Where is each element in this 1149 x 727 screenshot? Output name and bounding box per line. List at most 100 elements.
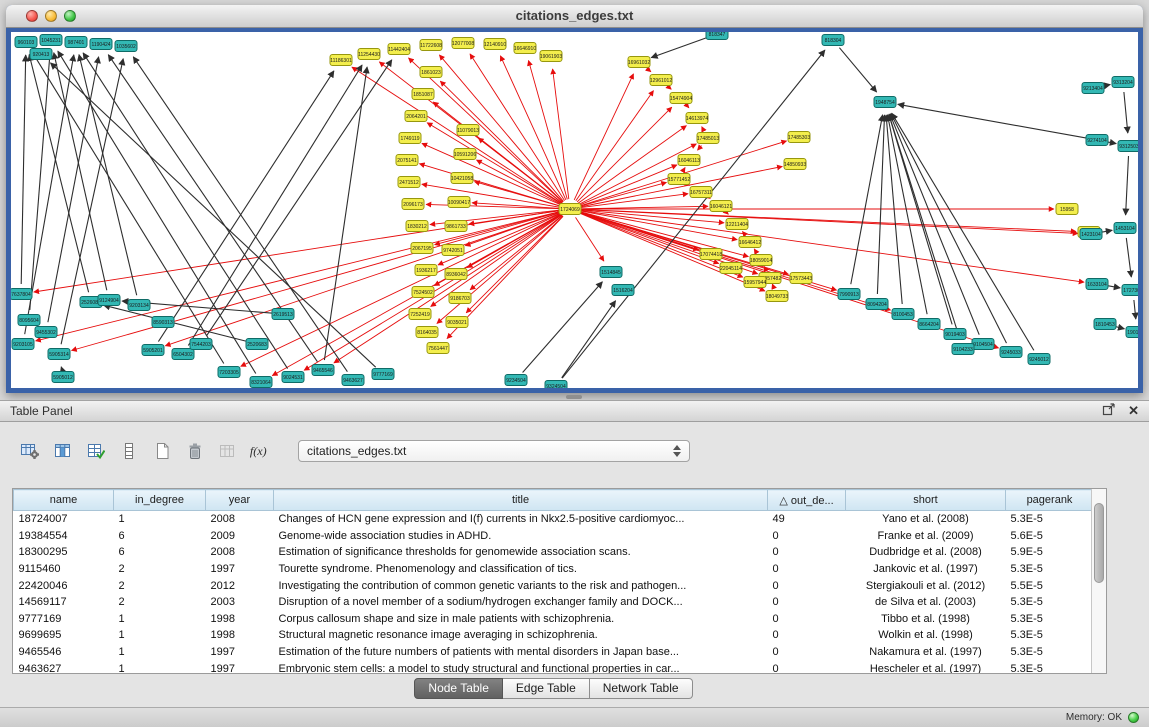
graph-node[interactable]: 9313204	[1112, 77, 1134, 88]
graph-node[interactable]: 1453104	[1114, 223, 1136, 234]
graph-node[interactable]: 8936042	[445, 269, 467, 280]
graph-node[interactable]: 1861023	[420, 67, 442, 78]
table-row[interactable]: 946362711997Embryonic stem cells: a mode…	[14, 660, 1094, 674]
graph-node[interactable]: 5905314	[48, 349, 70, 360]
graph-node[interactable]: 1901453	[1126, 327, 1138, 338]
table-scrollbar-thumb[interactable]	[1094, 503, 1104, 583]
table-row[interactable]: 1456911722003Disruption of a novel membe…	[14, 594, 1094, 611]
graph-node[interactable]: 987401	[65, 37, 87, 48]
table-row[interactable]: 969969511998Structural magnetic resonanc…	[14, 627, 1094, 644]
graph-node[interactable]: 9104233	[952, 344, 974, 355]
graph-node[interactable]: 818304	[822, 35, 844, 46]
graph-node[interactable]: 17074418	[700, 249, 722, 260]
graph-node[interactable]: 1035602	[115, 41, 137, 52]
graph-node[interactable]: 15474904	[670, 93, 692, 104]
graph-node[interactable]: 15771452	[668, 174, 690, 185]
graph-node[interactable]: 9124904	[98, 295, 120, 306]
graph-node[interactable]: 7203305	[218, 367, 240, 378]
graph-node[interactable]: 14850933	[784, 159, 806, 170]
graph-node[interactable]: 15957944	[744, 277, 766, 288]
graph-node[interactable]: 9234504	[505, 375, 527, 386]
graph-node[interactable]: 9742051	[442, 245, 464, 256]
table-row[interactable]: 1872400712008Changes of HCN gene express…	[14, 511, 1094, 528]
table-settings-icon[interactable]	[18, 440, 42, 462]
graph-node[interactable]: 12140910	[484, 39, 506, 50]
graph-node[interactable]: 1851087	[412, 89, 434, 100]
graph-node[interactable]: 5905201	[142, 345, 164, 356]
column-chooser-icon[interactable]	[51, 440, 75, 462]
graph-node[interactable]: 18059014	[750, 255, 772, 266]
graph-node[interactable]: 1948754	[874, 97, 896, 108]
graph-node[interactable]: 7524502	[412, 287, 434, 298]
graph-node[interactable]: 11254430	[358, 49, 380, 60]
graph-node[interactable]: 2075141	[396, 155, 418, 166]
graph-node[interactable]: 17485013	[697, 133, 719, 144]
graph-node[interactable]: 18049733	[766, 291, 788, 302]
graph-node[interactable]: 16961032	[628, 57, 650, 68]
graph-node[interactable]: 9186703	[449, 293, 471, 304]
graph-node[interactable]: 1514845	[600, 267, 622, 278]
graph-node[interactable]: 8664204	[918, 319, 940, 330]
tab-network-table[interactable]: Network Table	[590, 678, 693, 699]
graph-node[interactable]: 2520683	[246, 339, 268, 350]
panel-resize-grip[interactable]	[566, 395, 582, 399]
graph-node[interactable]: 1830212	[406, 221, 428, 232]
import-table-icon[interactable]	[216, 440, 240, 462]
new-table-icon[interactable]	[150, 440, 174, 462]
table-selector-dropdown[interactable]: citations_edges.txt	[298, 440, 690, 462]
graph-node[interactable]: 7252419	[409, 309, 431, 320]
graph-node[interactable]: 9024531	[282, 372, 304, 383]
row-height-icon[interactable]	[117, 440, 141, 462]
graph-node[interactable]: 22045114	[720, 263, 742, 274]
graph-node[interactable]: 2067195	[411, 243, 433, 254]
graph-node[interactable]: 9324504	[545, 381, 567, 389]
graph-node[interactable]: 8164035	[416, 327, 438, 338]
graph-node[interactable]: 9245012	[1028, 354, 1050, 365]
function-builder-icon[interactable]: f(x)	[249, 440, 273, 462]
graph-node[interactable]: 8095604	[18, 315, 40, 326]
graph-node[interactable]: 9463627	[342, 375, 364, 386]
graph-node[interactable]: 11186301	[330, 55, 352, 66]
graph-node[interactable]: 7637804	[11, 289, 32, 300]
graph-node[interactable]: 9213404	[1082, 83, 1104, 94]
graph-node[interactable]: 9465546	[312, 365, 334, 376]
graph-node[interactable]: 8590313	[152, 317, 174, 328]
graph-node[interactable]: 7990913	[838, 289, 860, 300]
column-header-name[interactable]: name	[14, 490, 114, 511]
column-header-out-de[interactable]: △ out_de...	[768, 490, 846, 511]
column-header-in-degree[interactable]: in_degree	[114, 490, 206, 511]
graph-node[interactable]: 7544203	[190, 339, 212, 350]
graph-node[interactable]: 1633104	[1086, 279, 1108, 290]
graph-node[interactable]: 818347	[706, 32, 728, 40]
graph-node[interactable]: 9312503	[1118, 141, 1138, 152]
graph-node[interactable]: 1810453	[1094, 319, 1116, 330]
table-row[interactable]: 1938455462009Genome-wide association stu…	[14, 528, 1094, 545]
column-header-title[interactable]: title	[274, 490, 768, 511]
graph-node[interactable]: 9245033	[1000, 347, 1022, 358]
graph-node[interactable]: 11722608	[420, 40, 442, 51]
graph-node[interactable]: 16046113	[678, 155, 700, 166]
graph-node[interactable]: 6504302	[172, 349, 194, 360]
column-header-pagerank[interactable]: pagerank	[1006, 490, 1094, 511]
graph-node[interactable]: 9203105	[12, 339, 34, 350]
graph-node[interactable]: 16757311	[690, 187, 712, 198]
table-row[interactable]: 2242004622012Investigating the contribut…	[14, 577, 1094, 594]
graph-node[interactable]: 9274104	[1086, 135, 1108, 146]
table-row[interactable]: 977716911998Corpus callosum shape and si…	[14, 611, 1094, 628]
graph-node[interactable]: 2064201	[405, 111, 427, 122]
tab-node-table[interactable]: Node Table	[414, 678, 503, 699]
graph-node[interactable]: 1423104	[1080, 229, 1102, 240]
graph-node[interactable]: 9455302	[35, 327, 57, 338]
graph-node[interactable]: 15958	[1056, 204, 1078, 215]
column-header-short[interactable]: short	[846, 490, 1006, 511]
graph-node[interactable]: 9777169	[372, 369, 394, 380]
zoom-button[interactable]	[64, 10, 76, 22]
graph-node[interactable]: 8100453	[892, 309, 914, 320]
graph-node[interactable]: 19061903	[540, 51, 562, 62]
graph-node[interactable]: 14613974	[686, 113, 708, 124]
table-row[interactable]: 1830029562008Estimation of significance …	[14, 544, 1094, 561]
table-row[interactable]: 946554611997Estimation of the future num…	[14, 644, 1094, 661]
minimize-button[interactable]	[45, 10, 57, 22]
graph-node[interactable]: 17573443	[790, 273, 812, 284]
graph-node[interactable]: 12961012	[650, 75, 672, 86]
